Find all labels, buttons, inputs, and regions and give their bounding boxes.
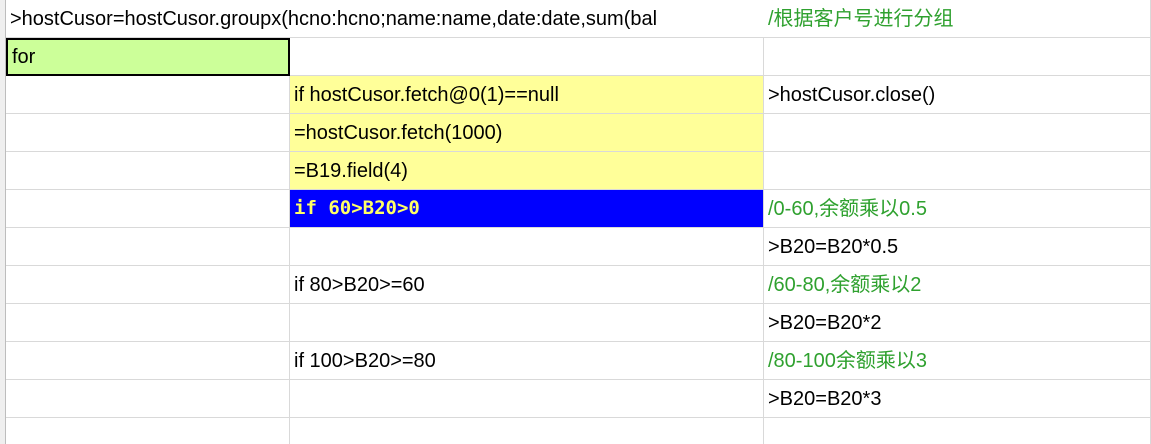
multiply-three-text: >B20=B20*3 bbox=[768, 387, 882, 410]
groupx-expression-text: >hostCusor=hostCusor.groupx(hcno:hcno;na… bbox=[10, 8, 658, 29]
spreadsheet-grid: >hostCusor=hostCusor.groupx(hcno:hcno;na… bbox=[0, 0, 1151, 444]
cell-b12-empty[interactable] bbox=[290, 418, 764, 444]
cell-b11-empty[interactable] bbox=[290, 380, 764, 418]
grid-row-6: if 60>B20>0 /0-60,余额乘以0.5 bbox=[6, 190, 1151, 228]
condition-60-80-text: if 80>B20>=60 bbox=[294, 273, 425, 296]
cell-a6-empty[interactable] bbox=[6, 190, 290, 228]
cell-a1-groupx-expression[interactable]: >hostCusor=hostCusor.groupx(hcno:hcno;na… bbox=[6, 0, 764, 38]
grid-row-10: if 100>B20>=80 /80-100余额乘以3 bbox=[6, 342, 1151, 380]
cell-a11-empty[interactable] bbox=[6, 380, 290, 418]
cell-a3-empty[interactable] bbox=[6, 76, 290, 114]
grid-row-5: =B19.field(4) bbox=[6, 152, 1151, 190]
fetch-assignment-text: =hostCusor.fetch(1000) bbox=[294, 121, 503, 144]
close-action-text: >hostCusor.close() bbox=[768, 83, 936, 106]
grid-row-12 bbox=[6, 418, 1151, 444]
multiply-two-text: >B20=B20*2 bbox=[768, 311, 882, 334]
for-text: for bbox=[12, 46, 36, 68]
cell-b8-condition[interactable]: if 80>B20>=60 bbox=[290, 266, 764, 304]
cell-b5-field-assignment[interactable]: =B19.field(4) bbox=[290, 152, 764, 190]
cell-c12-empty[interactable] bbox=[764, 418, 1151, 444]
range-60-80-comment-text: /60-80,余额乘以2 bbox=[768, 273, 922, 296]
grid-row-9: >B20=B20*2 bbox=[6, 304, 1151, 342]
range-80-100-comment-text: /80-100余额乘以3 bbox=[768, 349, 927, 372]
cell-b6-selected-condition[interactable]: if 60>B20>0 bbox=[290, 190, 764, 228]
grid-row-3: if hostCusor.fetch@0(1)==null >hostCusor… bbox=[6, 76, 1151, 114]
cell-c10-comment[interactable]: /80-100余额乘以3 bbox=[764, 342, 1151, 380]
cell-b4-fetch-assignment[interactable]: =hostCusor.fetch(1000) bbox=[290, 114, 764, 152]
cell-a7-empty[interactable] bbox=[6, 228, 290, 266]
grid-row-2: for bbox=[6, 38, 1151, 76]
cell-a9-empty[interactable] bbox=[6, 304, 290, 342]
grid-row-11: >B20=B20*3 bbox=[6, 380, 1151, 418]
cell-c9-multiply-two[interactable]: >B20=B20*2 bbox=[764, 304, 1151, 342]
condition-80-100-text: if 100>B20>=80 bbox=[294, 349, 436, 372]
multiply-half-text: >B20=B20*0.5 bbox=[768, 235, 899, 258]
cell-c4-empty[interactable] bbox=[764, 114, 1151, 152]
group-comment-text: /根据客户号进行分组 bbox=[768, 7, 954, 30]
cell-c8-comment[interactable]: /60-80,余额乘以2 bbox=[764, 266, 1151, 304]
cell-b9-empty[interactable] bbox=[290, 304, 764, 342]
cell-b3-fetch-condition[interactable]: if hostCusor.fetch@0(1)==null bbox=[290, 76, 764, 114]
cell-c3-close-action[interactable]: >hostCusor.close() bbox=[764, 76, 1151, 114]
cell-c2-empty[interactable] bbox=[764, 38, 1151, 76]
cell-b7-empty[interactable] bbox=[290, 228, 764, 266]
fetch-condition-text: if hostCusor.fetch@0(1)==null bbox=[294, 83, 559, 106]
selected-condition-text: if 60>B20>0 bbox=[294, 197, 420, 219]
cell-a2-for[interactable]: for bbox=[6, 38, 290, 76]
range-0-60-comment-text: /0-60,余额乘以0.5 bbox=[768, 197, 927, 220]
cell-c5-empty[interactable] bbox=[764, 152, 1151, 190]
cell-a8-empty[interactable] bbox=[6, 266, 290, 304]
cell-b10-condition[interactable]: if 100>B20>=80 bbox=[290, 342, 764, 380]
grid-row-4: =hostCusor.fetch(1000) bbox=[6, 114, 1151, 152]
grid-row-1: >hostCusor=hostCusor.groupx(hcno:hcno;na… bbox=[6, 0, 1151, 38]
grid-row-8: if 80>B20>=60 /60-80,余额乘以2 bbox=[6, 266, 1151, 304]
cell-c11-multiply-three[interactable]: >B20=B20*3 bbox=[764, 380, 1151, 418]
cell-c6-comment[interactable]: /0-60,余额乘以0.5 bbox=[764, 190, 1151, 228]
cell-a12-empty[interactable] bbox=[6, 418, 290, 444]
cell-b2-empty[interactable] bbox=[290, 38, 764, 76]
field-assignment-text: =B19.field(4) bbox=[294, 159, 408, 182]
cell-c7-multiply-half[interactable]: >B20=B20*0.5 bbox=[764, 228, 1151, 266]
grid-row-7: >B20=B20*0.5 bbox=[6, 228, 1151, 266]
cell-a5-empty[interactable] bbox=[6, 152, 290, 190]
cell-c1-comment[interactable]: /根据客户号进行分组 bbox=[764, 0, 1151, 38]
cell-a4-empty[interactable] bbox=[6, 114, 290, 152]
cell-a10-empty[interactable] bbox=[6, 342, 290, 380]
